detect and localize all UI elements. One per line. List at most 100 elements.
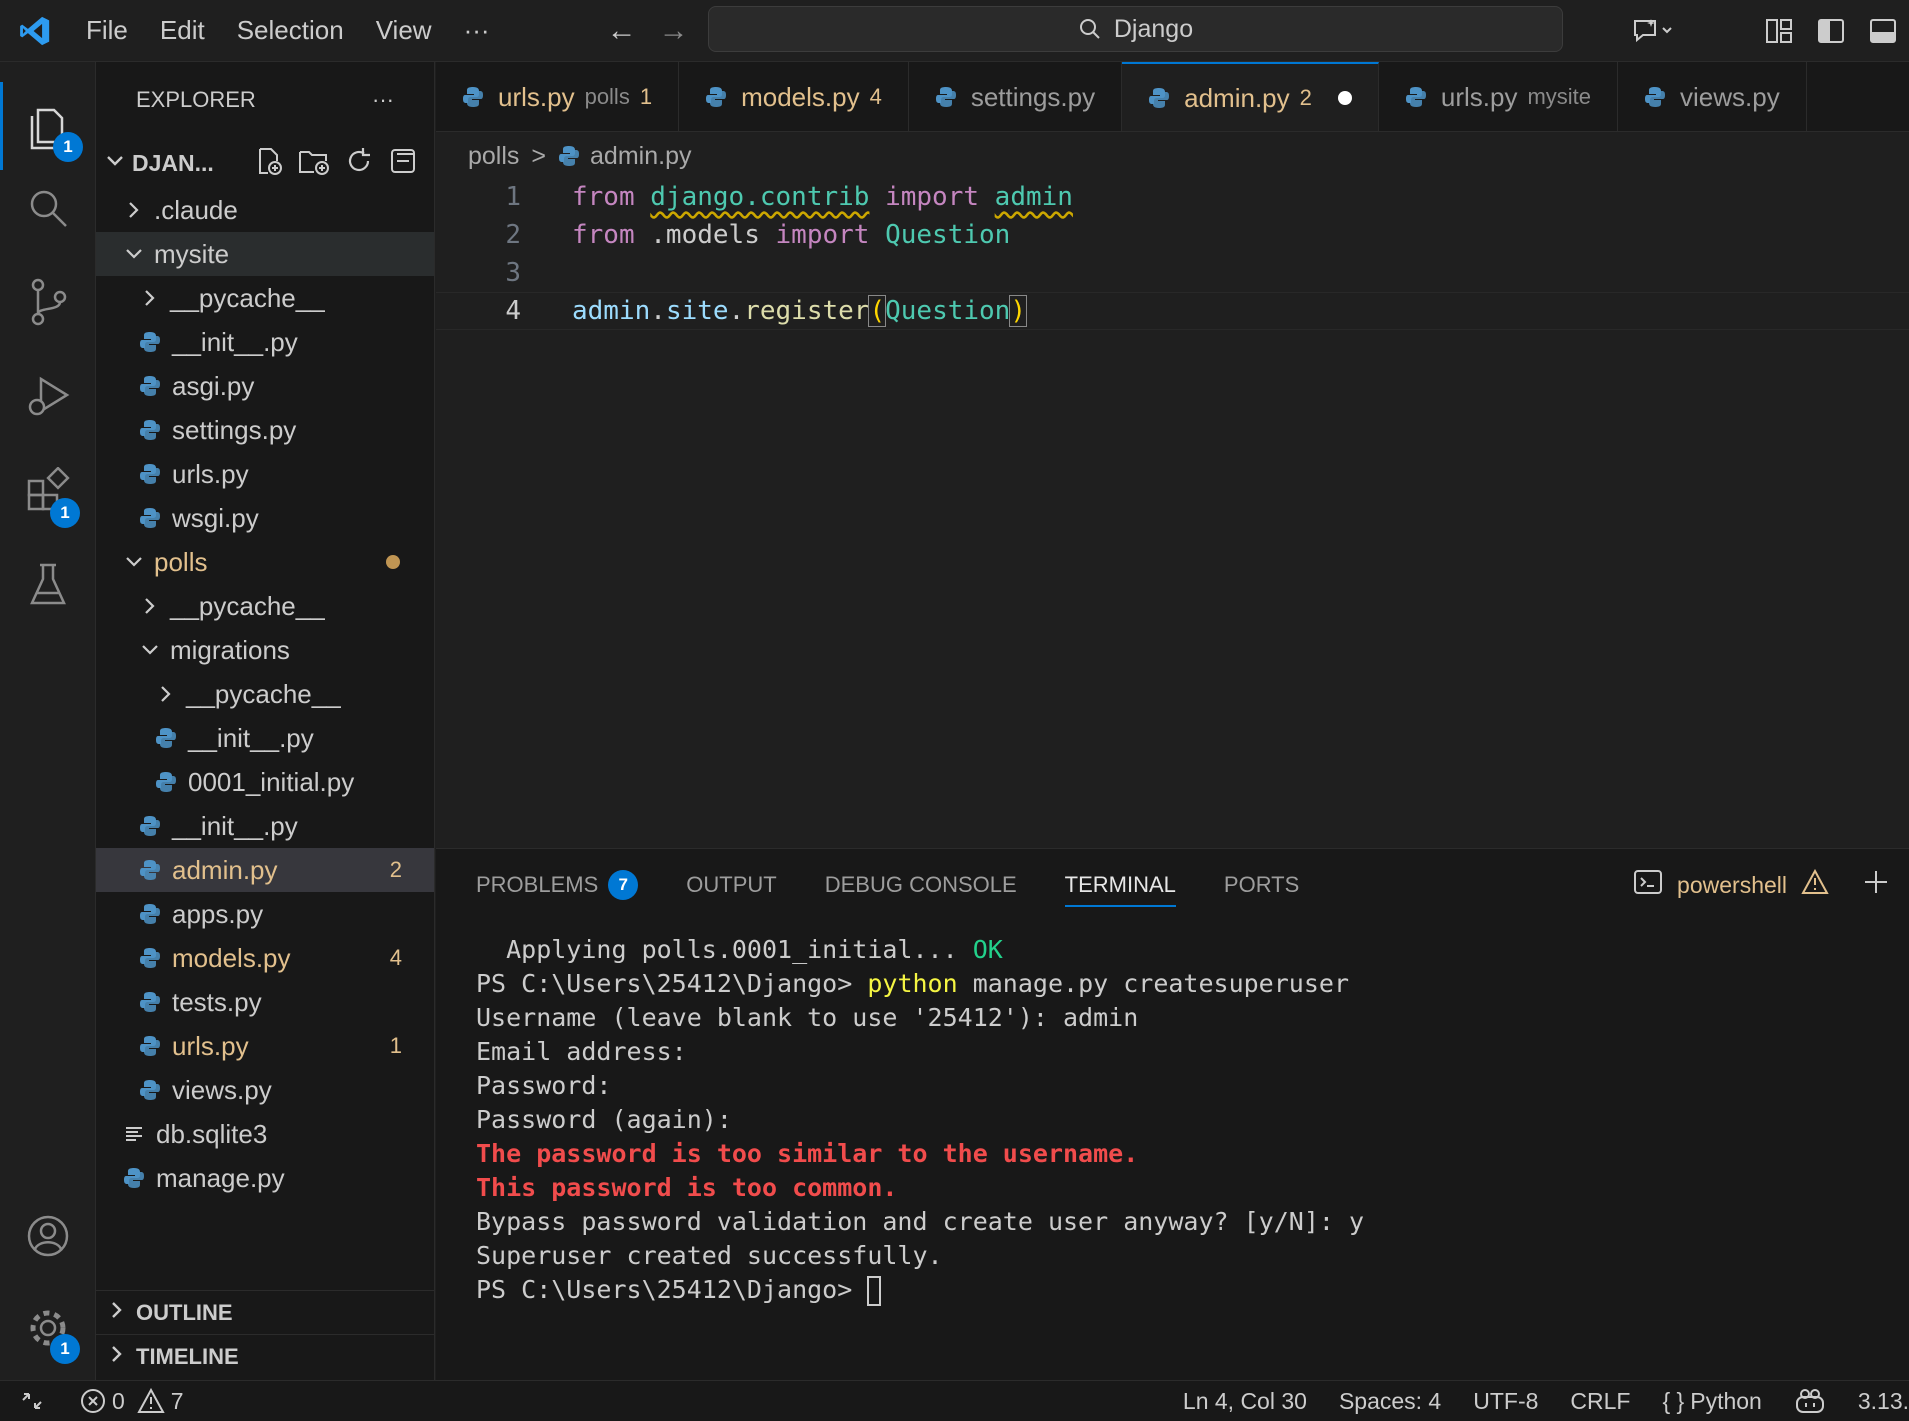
tab-urls-py-mysite[interactable]: urls.py mysite (1378, 62, 1619, 131)
tree-item-label: .claude (154, 194, 238, 225)
file-init-py[interactable]: __init__.py (96, 320, 434, 364)
tab-settings-py[interactable]: settings.py (908, 62, 1123, 131)
tab-ports[interactable]: PORTS (1224, 849, 1299, 921)
copilot-chat-icon[interactable] (1613, 0, 1693, 62)
file-init-py[interactable]: __init__.py (96, 804, 434, 848)
menu-selection[interactable]: Selection (221, 0, 360, 62)
python-file-icon (138, 375, 162, 397)
folder-pycache[interactable]: __pycache__ (96, 672, 434, 716)
warning-count: 7 (170, 1387, 184, 1414)
file-0001-initial-py[interactable]: 0001_initial.py (96, 760, 434, 804)
line-number: 2 (505, 220, 521, 250)
terminal-error-line: The password is too similar to the usern… (476, 1139, 1139, 1168)
explorer-more-button[interactable]: ··· (372, 87, 394, 113)
extensions-icon[interactable]: 1 (0, 446, 96, 534)
folder-mysite[interactable]: mysite (96, 232, 434, 276)
chevron-down-icon (122, 551, 146, 573)
module-name: django.contrib (650, 182, 870, 212)
collapse-all-icon[interactable] (388, 146, 418, 181)
code-dot: . (650, 296, 666, 326)
terminal-output[interactable]: Applying polls.0001_initial... OK PS C:\… (476, 933, 1364, 1307)
indentation[interactable]: Spaces: 4 (1339, 1388, 1441, 1415)
explorer-icon[interactable]: 1 (0, 82, 96, 170)
terminal-ok: OK (972, 935, 1003, 964)
file-models-py[interactable]: models.py 4 (96, 936, 434, 980)
breadcrumb-file[interactable]: admin.py (590, 142, 691, 171)
python-version[interactable]: 3.13. (1858, 1388, 1909, 1415)
problems-status[interactable]: 0 7 (80, 1388, 184, 1415)
copilot-icon[interactable] (1794, 1388, 1826, 1415)
folder-claude[interactable]: .claude (96, 188, 434, 232)
tab-description: mysite (1527, 84, 1592, 109)
file-urls-py[interactable]: urls.py 1 (96, 1024, 434, 1068)
run-debug-icon[interactable] (0, 352, 96, 440)
tab-urls-py-polls[interactable]: urls.py polls 1 (436, 62, 680, 131)
project-root[interactable]: DJAN... (96, 138, 434, 188)
file-settings-py[interactable]: settings.py (96, 408, 434, 452)
folder-migrations[interactable]: migrations (96, 628, 434, 672)
tree-item-label: views.py (172, 1074, 272, 1105)
tab-debug-console[interactable]: DEBUG CONSOLE (825, 849, 1017, 921)
keyword-import: import (885, 182, 980, 212)
terminal-line: Password: (476, 1071, 612, 1100)
search-activity-icon[interactable] (0, 164, 96, 252)
file-apps-py[interactable]: apps.py (96, 892, 434, 936)
outline-section[interactable]: OUTLINE (96, 1290, 435, 1334)
chevron-down-icon (104, 150, 126, 177)
menu-file[interactable]: File (70, 0, 144, 62)
account-icon[interactable] (0, 1192, 96, 1280)
refresh-icon[interactable] (344, 146, 374, 181)
python-file-icon (138, 903, 162, 925)
tab-problems-label: PROBLEMS (476, 872, 599, 897)
language-mode[interactable]: { } Python (1662, 1388, 1761, 1415)
shell-name[interactable]: powershell (1677, 872, 1787, 899)
toggle-panel-icon[interactable] (1857, 0, 1909, 62)
terminal-line: Superuser created successfully. (476, 1241, 943, 1270)
cursor-position[interactable]: Ln 4, Col 30 (1183, 1388, 1307, 1415)
tree-item-label: polls (154, 546, 208, 577)
folder-pycache[interactable]: __pycache__ (96, 276, 434, 320)
line-ending[interactable]: CRLF (1570, 1388, 1630, 1415)
back-arrow-icon[interactable]: ← (596, 14, 648, 48)
menu-view[interactable]: View (360, 0, 448, 62)
file-manage-py[interactable]: manage.py (96, 1156, 434, 1200)
title-bar: File Edit Selection View ··· ← → Django (0, 0, 1909, 62)
file-urls-py[interactable]: urls.py (96, 452, 434, 496)
tab-terminal[interactable]: TERMINAL (1064, 849, 1177, 921)
settings-gear-icon[interactable]: 1 (0, 1284, 96, 1372)
new-terminal-icon[interactable] (1863, 869, 1889, 901)
tab-views-py[interactable]: views.py (1618, 62, 1807, 131)
command-center-search[interactable]: Django (708, 6, 1563, 52)
tab-admin-py[interactable]: admin.py 2 (1122, 62, 1379, 131)
layout-panels-icon[interactable] (1753, 0, 1805, 62)
new-file-icon[interactable] (254, 146, 284, 181)
file-admin-py[interactable]: admin.py 2 (96, 848, 434, 892)
forward-arrow-icon[interactable]: → (648, 14, 700, 48)
timeline-section[interactable]: TIMELINE (96, 1334, 435, 1378)
python-file-icon (154, 727, 178, 749)
file-asgi-py[interactable]: asgi.py (96, 364, 434, 408)
unsaved-dot[interactable] (1337, 91, 1352, 105)
remote-indicator-icon[interactable] (0, 1381, 64, 1421)
breadcrumb-folder[interactable]: polls (468, 142, 519, 171)
terminal-command: python (867, 969, 958, 998)
encoding[interactable]: UTF-8 (1473, 1388, 1538, 1415)
file-views-py[interactable]: views.py (96, 1068, 434, 1112)
folder-pycache[interactable]: __pycache__ (96, 584, 434, 628)
file-init-py[interactable]: __init__.py (96, 716, 434, 760)
python-file-icon (138, 859, 162, 881)
new-folder-icon[interactable] (298, 146, 330, 181)
tab-problems[interactable]: PROBLEMS 7 (476, 849, 639, 921)
source-control-icon[interactable] (0, 258, 96, 346)
menu-edit[interactable]: Edit (144, 0, 221, 62)
folder-polls[interactable]: polls (96, 540, 434, 584)
file-tests-py[interactable]: tests.py (96, 980, 434, 1024)
file-db-sqlite3[interactable]: db.sqlite3 (96, 1112, 434, 1156)
tab-output[interactable]: OUTPUT (686, 849, 776, 921)
toggle-sidebar-icon[interactable] (1805, 0, 1857, 62)
tab-models-py[interactable]: models.py 4 (679, 62, 909, 131)
menu-more[interactable]: ··· (448, 0, 506, 62)
code-editor[interactable]: 1 from django.contrib import admin 2 fro… (436, 178, 1909, 846)
file-wsgi-py[interactable]: wsgi.py (96, 496, 434, 540)
testing-flask-icon[interactable] (0, 540, 96, 628)
